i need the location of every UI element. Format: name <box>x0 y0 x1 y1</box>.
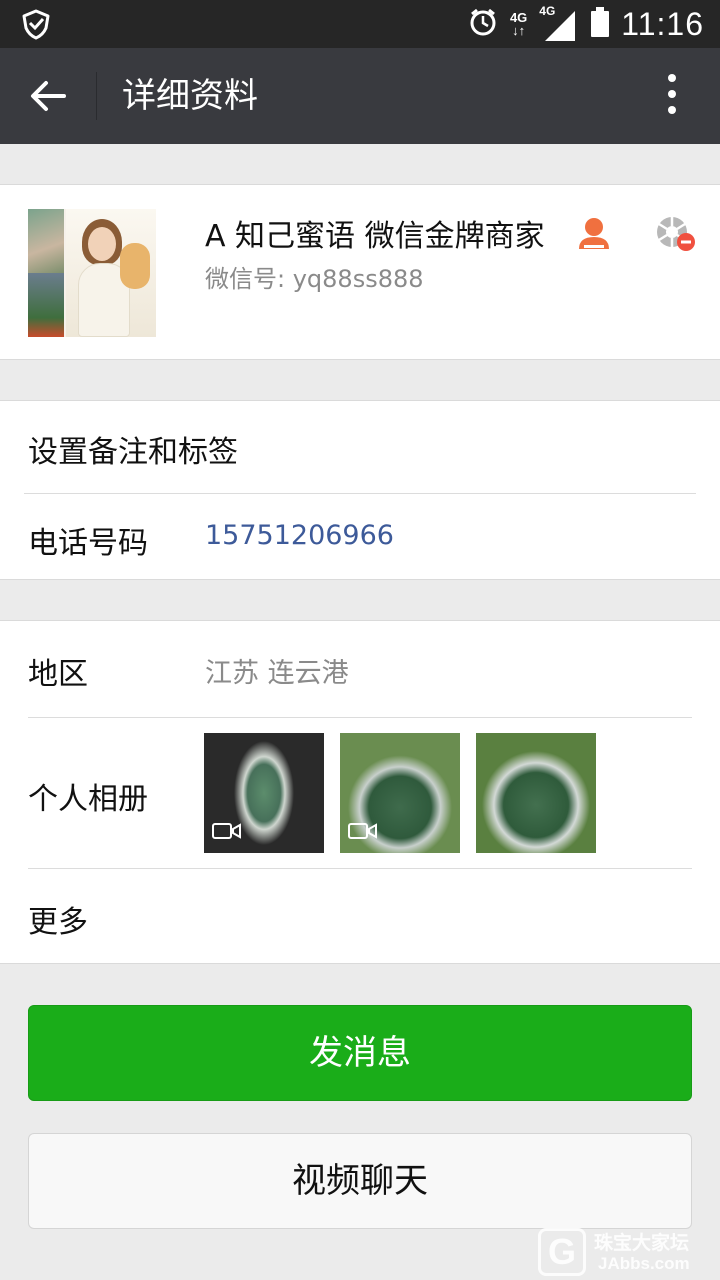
avatar[interactable] <box>28 209 156 337</box>
avatar-photo-tile-1 <box>28 209 64 273</box>
remark-row[interactable]: 设置备注和标签 <box>0 401 720 493</box>
clock-time: 11:16 <box>621 5 704 42</box>
album-label: 个人相册 <box>28 782 148 817</box>
network-4g-indicator: 4G ↓↑ <box>510 11 527 37</box>
album-thumbnail[interactable] <box>204 733 324 853</box>
shield-check-icon <box>20 8 52 44</box>
watermark: G 珠宝大家坛 JAbbs.com <box>538 1226 720 1280</box>
watermark-logo: G <box>538 1228 586 1276</box>
shutter-blocked-icon <box>654 214 698 258</box>
avatar-photo-tile-2 <box>28 273 64 337</box>
watermark-url: JAbbs.com <box>598 1254 690 1273</box>
video-camera-icon <box>212 821 242 845</box>
status-bar: 4G ↓↑ 4G 11:16 <box>0 0 720 48</box>
video-camera-icon <box>348 821 378 845</box>
contact-info-section: 设置备注和标签 电话号码 15751206966 <box>0 400 720 580</box>
more-label: 更多 <box>28 905 88 940</box>
phone-label: 电话号码 <box>28 526 148 561</box>
details-section: 地区 江苏 连云港 个人相册 更多 <box>0 620 720 964</box>
alarm-clock-icon <box>468 7 498 41</box>
avatar-face <box>88 227 116 261</box>
data-arrows-icon: ↓↑ <box>512 23 526 38</box>
app-bar-divider <box>96 72 97 120</box>
phone-row: 电话号码 15751206966 <box>0 494 720 581</box>
arrow-left-icon[interactable] <box>26 76 70 116</box>
avatar-photo-main <box>66 209 156 337</box>
app-bar: 详细资料 <box>0 48 720 144</box>
battery-icon <box>591 7 610 41</box>
profile-card: A 知己蜜语 微信金牌商家 微信号: yq88ss888 <box>0 184 720 360</box>
remark-label: 设置备注和标签 <box>28 435 238 470</box>
contact-name: A 知己蜜语 微信金牌商家 <box>205 219 545 254</box>
region-value: 江苏 连云港 <box>205 658 349 689</box>
watermark-text: 珠宝大家坛 <box>594 1232 690 1254</box>
send-message-button[interactable]: 发消息 <box>28 1005 692 1101</box>
album-row[interactable]: 个人相册 <box>0 718 720 868</box>
region-row: 地区 江苏 连云港 <box>0 621 720 717</box>
wechat-id: 微信号: yq88ss888 <box>205 265 424 293</box>
more-row[interactable]: 更多 <box>0 869 720 965</box>
region-label: 地区 <box>28 657 88 692</box>
page-title: 详细资料 <box>122 76 258 116</box>
album-thumbnail[interactable] <box>340 733 460 853</box>
signal-bars-icon: 4G <box>539 5 579 41</box>
album-thumbnail[interactable] <box>476 733 596 853</box>
video-call-button[interactable]: 视频聊天 <box>28 1133 692 1229</box>
person-icon <box>576 215 612 255</box>
phone-number-link[interactable]: 15751206966 <box>205 520 394 551</box>
more-vertical-icon[interactable] <box>660 74 684 118</box>
avatar-baby <box>120 243 150 289</box>
